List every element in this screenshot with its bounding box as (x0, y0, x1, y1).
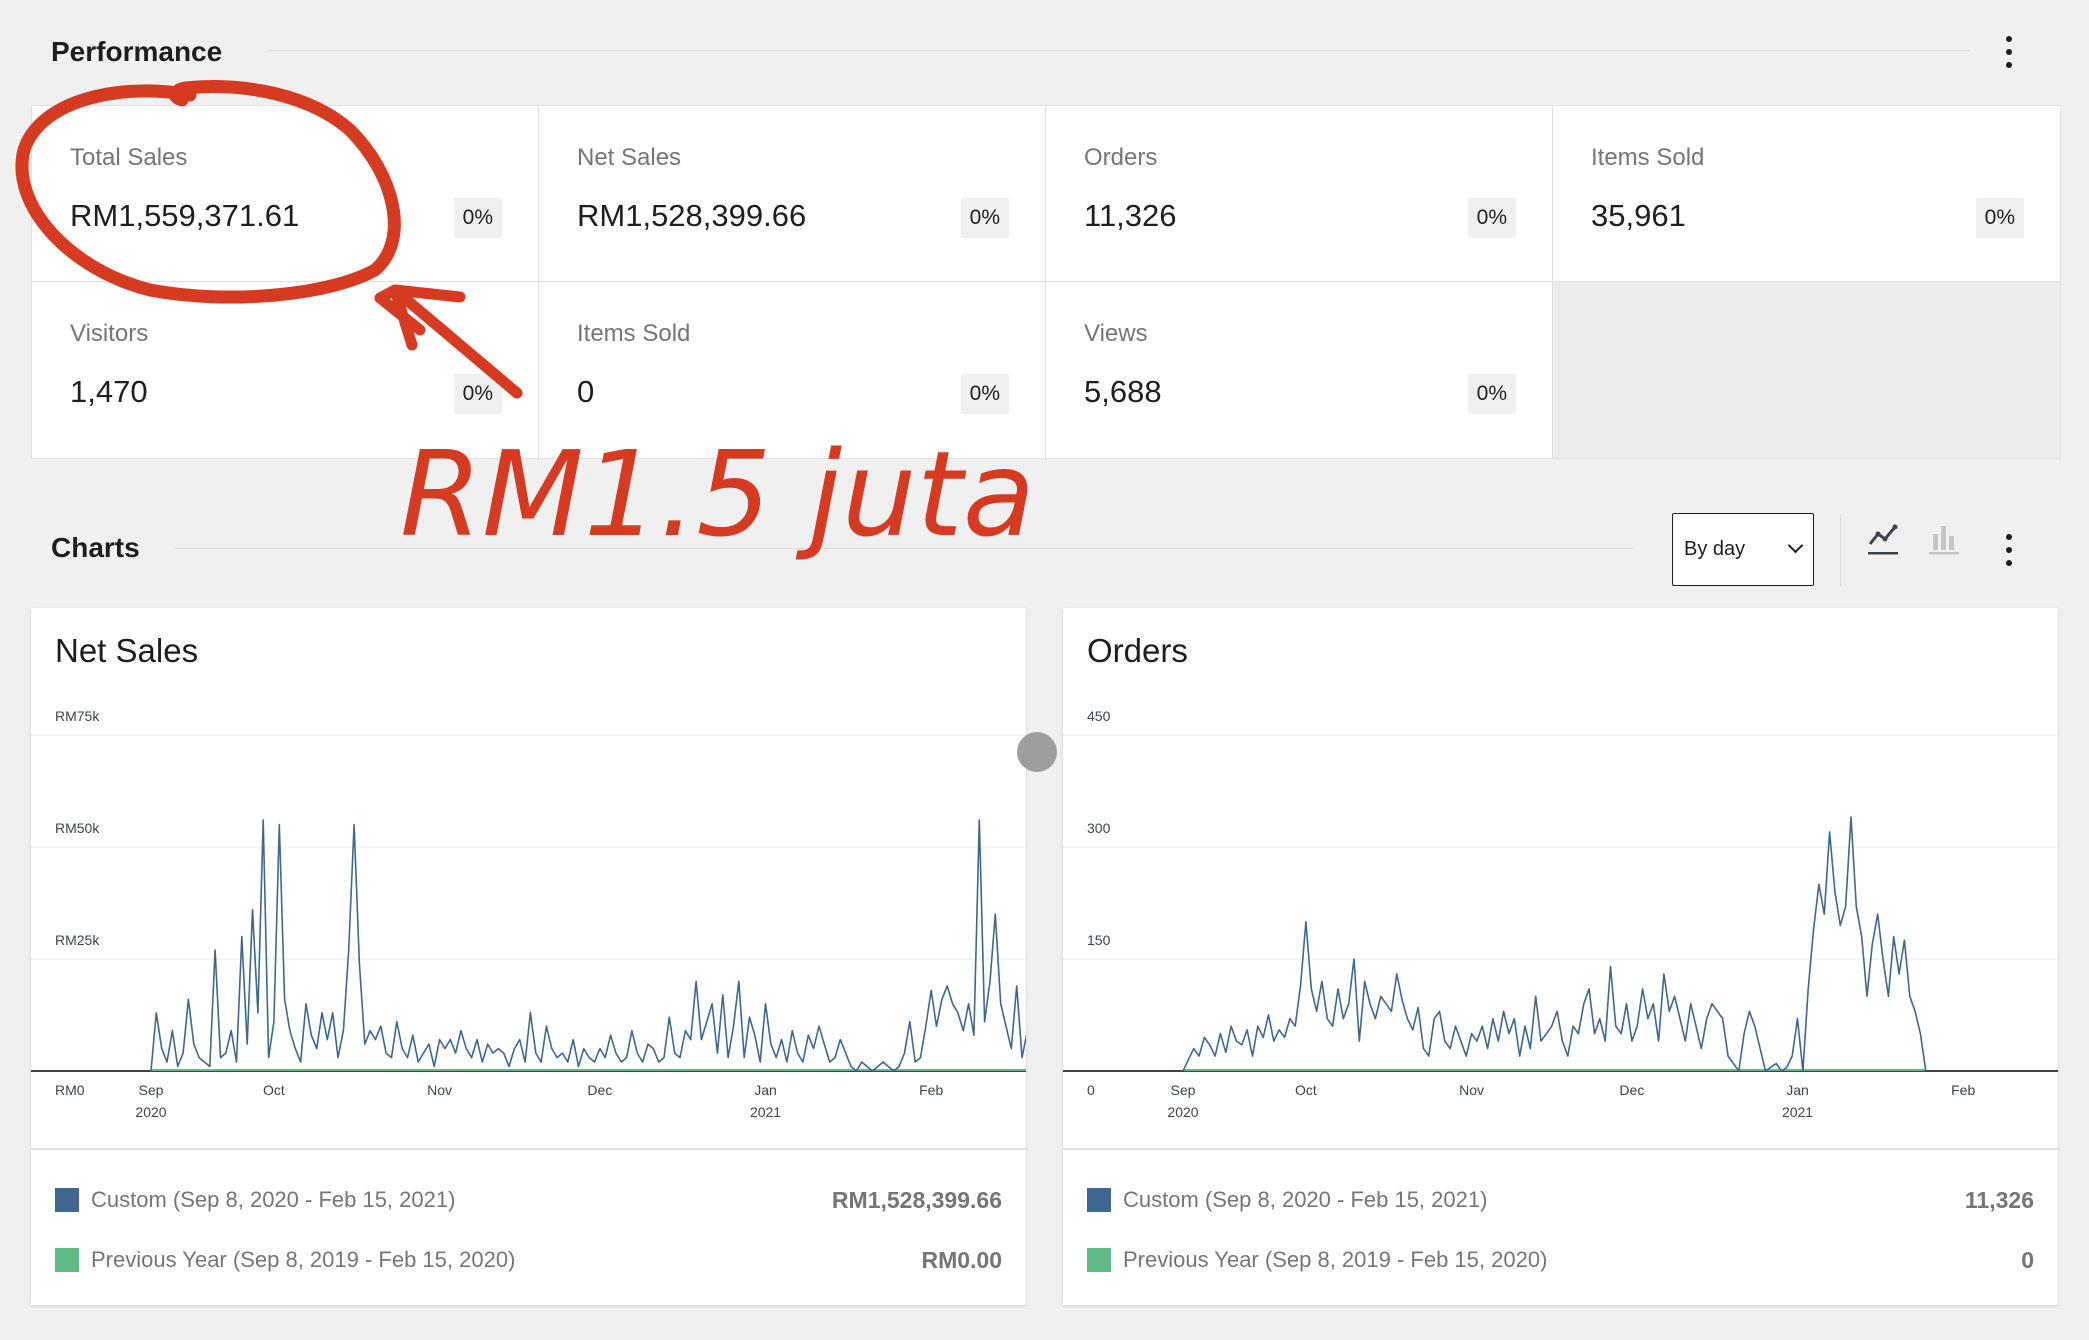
tile-visitors[interactable]: Visitors 1,470 0% (32, 282, 539, 458)
y-tick-label: 0 (1087, 1082, 1095, 1098)
legend-label: Custom (Sep 8, 2020 - Feb 15, 2021) (1123, 1187, 1488, 1212)
tile-delta-badge: 0% (1467, 374, 1516, 414)
x-tick-label: Feb (1951, 1082, 1975, 1098)
toolbar-divider (1840, 513, 1841, 586)
tile-value: RM1,528,399.66 (577, 198, 807, 233)
charts-more-icon[interactable] (1999, 530, 2019, 570)
performance-title: Performance (51, 36, 223, 67)
legend-label: Custom (Sep 8, 2020 - Feb 15, 2021) (91, 1187, 456, 1212)
x-tick-sublabel: 2020 (135, 1104, 166, 1120)
tile-total-sales[interactable]: Total Sales RM1,559,371.61 0% (32, 106, 539, 282)
charts-divider (175, 548, 1633, 549)
tile-value: 11,326 (1084, 198, 1177, 233)
tile-delta-badge: 0% (453, 198, 502, 238)
x-tick-label: Jan (754, 1082, 777, 1098)
performance-more-icon[interactable] (1999, 32, 2019, 72)
legend-value: 0 (2021, 1246, 2034, 1273)
tile-delta-badge: 0% (1467, 198, 1516, 238)
tile-label: Net Sales (577, 144, 682, 171)
y-tick-label: 150 (1087, 932, 1111, 948)
series-line-current (1182, 816, 1927, 1072)
tile-value: 5,688 (1084, 374, 1162, 409)
series-line-current (150, 819, 1026, 1072)
tile-value: 35,961 (1591, 198, 1686, 233)
x-tick-sublabel: 2020 (1167, 1104, 1198, 1120)
x-tick-label: Dec (1619, 1082, 1644, 1098)
tile-delta-badge: 0% (960, 198, 1009, 238)
y-tick-label: RM25k (55, 932, 100, 948)
x-tick-sublabel: 2021 (750, 1104, 781, 1120)
performance-divider (268, 50, 1970, 51)
y-tick-label: RM75k (55, 708, 100, 724)
legend-value: 11,326 (1964, 1186, 2034, 1213)
legend-value: RM0.00 (921, 1246, 1002, 1273)
tile-label: Orders (1084, 144, 1158, 171)
bar-chart-icon[interactable] (1927, 522, 1961, 558)
orders-chart-card: Orders 0 150 300 450 Sep 2020 Oct Nov Dec Jan 2021… (1063, 608, 2058, 1305)
y-tick-label: 450 (1087, 708, 1111, 724)
x-tick-label: Nov (427, 1082, 452, 1098)
interval-select[interactable]: By day (1672, 513, 1814, 586)
y-tick-label: RM50k (55, 820, 100, 836)
x-tick-label: Oct (263, 1082, 285, 1098)
legend-row-previous[interactable]: Previous Year (Sep 8, 2019 - Feb 15, 202… (55, 1240, 1002, 1280)
tile-value: RM1,559,371.61 (70, 198, 300, 233)
scroll-handle[interactable] (1017, 732, 1057, 772)
chart-title: Orders (1087, 632, 1188, 669)
net-sales-chart-card: Net Sales RM0 RM25k RM50k RM75k Sep 2020 Oct No… (31, 608, 1026, 1305)
tile-label: Visitors (70, 320, 149, 347)
x-tick-label: Jan (1786, 1082, 1809, 1098)
x-tick-label: Dec (587, 1082, 612, 1098)
net-sales-chart[interactable]: RM0 RM25k RM50k RM75k Sep 2020 Oct Nov Dec Jan 202… (31, 698, 1026, 1148)
tile-label: Views (1084, 320, 1148, 347)
legend-row-current[interactable]: Custom (Sep 8, 2020 - Feb 15, 2021) RM1,… (55, 1180, 1002, 1220)
tile-value: 1,470 (70, 374, 148, 409)
x-tick-label: Sep (1171, 1082, 1196, 1098)
legend-swatch-current (55, 1188, 79, 1212)
tile-delta-badge: 0% (453, 374, 502, 414)
x-tick-label: Sep (139, 1082, 164, 1098)
x-tick-label: Oct (1295, 1082, 1317, 1098)
chart-title: Net Sales (55, 632, 199, 669)
charts-title: Charts (51, 532, 140, 563)
tile-value: 0 (577, 374, 595, 409)
tile-views[interactable]: Views 5,688 0% (1046, 282, 1553, 458)
legend-swatch-previous (55, 1248, 79, 1272)
orders-chart[interactable]: 0 150 300 450 Sep 2020 Oct Nov Dec Jan 2021 Feb (1063, 698, 2058, 1148)
chart-legend: Custom (Sep 8, 2020 - Feb 15, 2021) RM1,… (31, 1148, 1026, 1307)
legend-row-current[interactable]: Custom (Sep 8, 2020 - Feb 15, 2021) 11,3… (1087, 1180, 2034, 1220)
x-tick-label: Nov (1459, 1082, 1484, 1098)
y-tick-label: RM0 (55, 1082, 85, 1098)
legend-label: Previous Year (Sep 8, 2019 - Feb 15, 202… (1123, 1247, 1548, 1272)
legend-value: RM1,528,399.66 (831, 1186, 1002, 1213)
tile-label: Items Sold (577, 320, 691, 347)
x-tick-sublabel: 2021 (1782, 1104, 1813, 1120)
tile-delta-badge: 0% (960, 374, 1009, 414)
legend-row-previous[interactable]: Previous Year (Sep 8, 2019 - Feb 15, 202… (1087, 1240, 2034, 1280)
performance-tiles: Total Sales RM1,559,371.61 0% Net Sales … (31, 105, 2061, 459)
line-chart-icon[interactable] (1866, 522, 1900, 558)
tile-net-sales[interactable]: Net Sales RM1,528,399.66 0% (539, 106, 1046, 282)
interval-select-value: By day (1684, 538, 1746, 560)
tile-orders[interactable]: Orders 11,326 0% (1046, 106, 1553, 282)
legend-swatch-previous (1087, 1248, 1111, 1272)
tile-label: Items Sold (1591, 144, 1705, 171)
tile-items-sold-2[interactable]: Items Sold 0 0% (539, 282, 1046, 458)
y-tick-label: 300 (1087, 820, 1111, 836)
chart-legend: Custom (Sep 8, 2020 - Feb 15, 2021) 11,3… (1063, 1148, 2058, 1307)
chevron-down-icon (1787, 537, 1804, 554)
legend-label: Previous Year (Sep 8, 2019 - Feb 15, 202… (91, 1247, 516, 1272)
tile-label: Total Sales (70, 144, 188, 171)
tile-items-sold[interactable]: Items Sold 35,961 0% (1553, 106, 2060, 282)
x-tick-label: Feb (919, 1082, 943, 1098)
legend-swatch-current (1087, 1188, 1111, 1212)
tile-delta-badge: 0% (1975, 198, 2024, 238)
